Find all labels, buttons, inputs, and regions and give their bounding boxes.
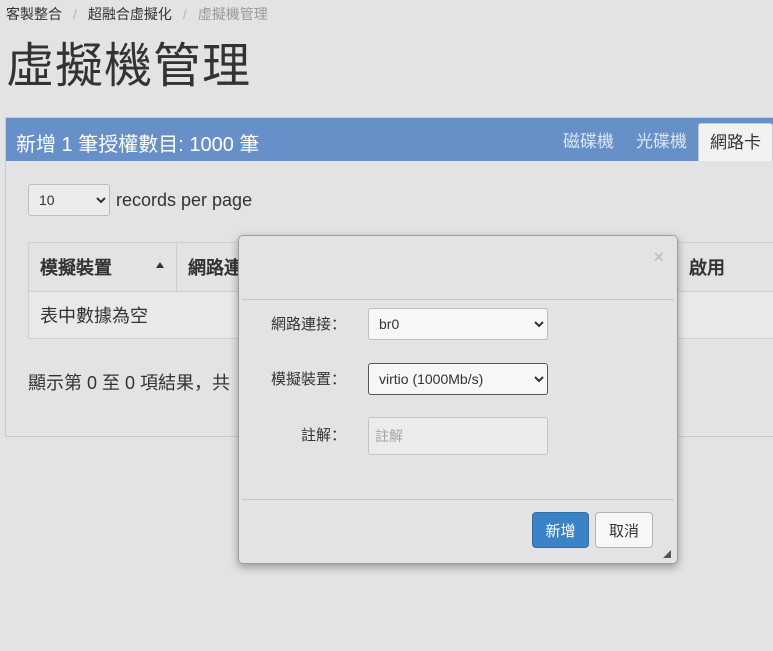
device-label: 模擬裝置： xyxy=(270,371,346,388)
column-header-enabled[interactable]: 啟用 xyxy=(677,242,773,292)
add-button[interactable]: 新增 xyxy=(532,512,589,548)
sort-ascending-icon xyxy=(156,262,164,268)
device-select[interactable]: virtio (1000Mb/s) xyxy=(368,363,548,395)
column-header-label: 網路連 xyxy=(188,258,242,278)
cancel-button[interactable]: 取消 xyxy=(595,512,653,548)
modal-footer-divider xyxy=(242,499,674,500)
note-row: 註解： xyxy=(239,417,677,455)
tab-nic[interactable]: 網路卡 xyxy=(698,123,773,161)
network-label: 網路連接： xyxy=(270,316,346,333)
tab-disk[interactable]: 磁碟機 xyxy=(552,123,625,161)
add-nic-dialog: × 網路連接： br0 模擬裝置： virtio (1000Mb/s) 註解： … xyxy=(238,235,678,564)
breadcrumb-separator: / xyxy=(73,6,77,22)
note-label: 註解： xyxy=(300,427,346,444)
close-icon[interactable]: × xyxy=(653,248,664,266)
breadcrumb-item-vm-management: 虛擬機管理 xyxy=(197,6,268,22)
note-input[interactable] xyxy=(368,417,548,455)
records-per-page: 10 records per page xyxy=(28,184,252,216)
column-header-label: 模擬裝置 xyxy=(40,258,112,278)
column-header-device[interactable]: 模擬裝置 xyxy=(28,242,177,292)
resize-handle-icon[interactable] xyxy=(663,550,671,558)
device-tabs: 磁碟機 光碟機 網路卡 xyxy=(552,123,773,161)
table-info: 顯示第 0 至 0 項結果，共 xyxy=(28,373,231,393)
breadcrumb-item-virtualization[interactable]: 超融合虛擬化 xyxy=(88,4,172,24)
breadcrumb: 客製整合 / 超融合虛擬化 / 虛擬機管理 xyxy=(6,4,268,24)
panel-header: 新增 1 筆授權數目: 1000 筆 磁碟機 光碟機 網路卡 xyxy=(6,118,773,161)
modal-header-divider xyxy=(242,299,674,300)
records-per-page-label: records per page xyxy=(116,189,253,210)
breadcrumb-item-integration[interactable]: 客製整合 xyxy=(6,4,62,24)
breadcrumb-separator: / xyxy=(182,6,187,22)
column-header-label: 啟用 xyxy=(689,258,725,278)
records-per-page-select[interactable]: 10 xyxy=(28,184,110,216)
device-row: 模擬裝置： virtio (1000Mb/s) xyxy=(239,363,677,397)
panel-title: 新增 1 筆授權數目: 1000 筆 xyxy=(16,134,260,156)
network-row: 網路連接： br0 xyxy=(239,308,677,342)
tab-cdrom[interactable]: 光碟機 xyxy=(625,123,698,161)
page-title: 虛擬機管理 xyxy=(6,40,252,93)
page: 客製整合 / 超融合虛擬化 / 虛擬機管理 虛擬機管理 新增 1 筆授權數目: … xyxy=(0,0,773,651)
network-select[interactable]: br0 xyxy=(368,308,548,340)
